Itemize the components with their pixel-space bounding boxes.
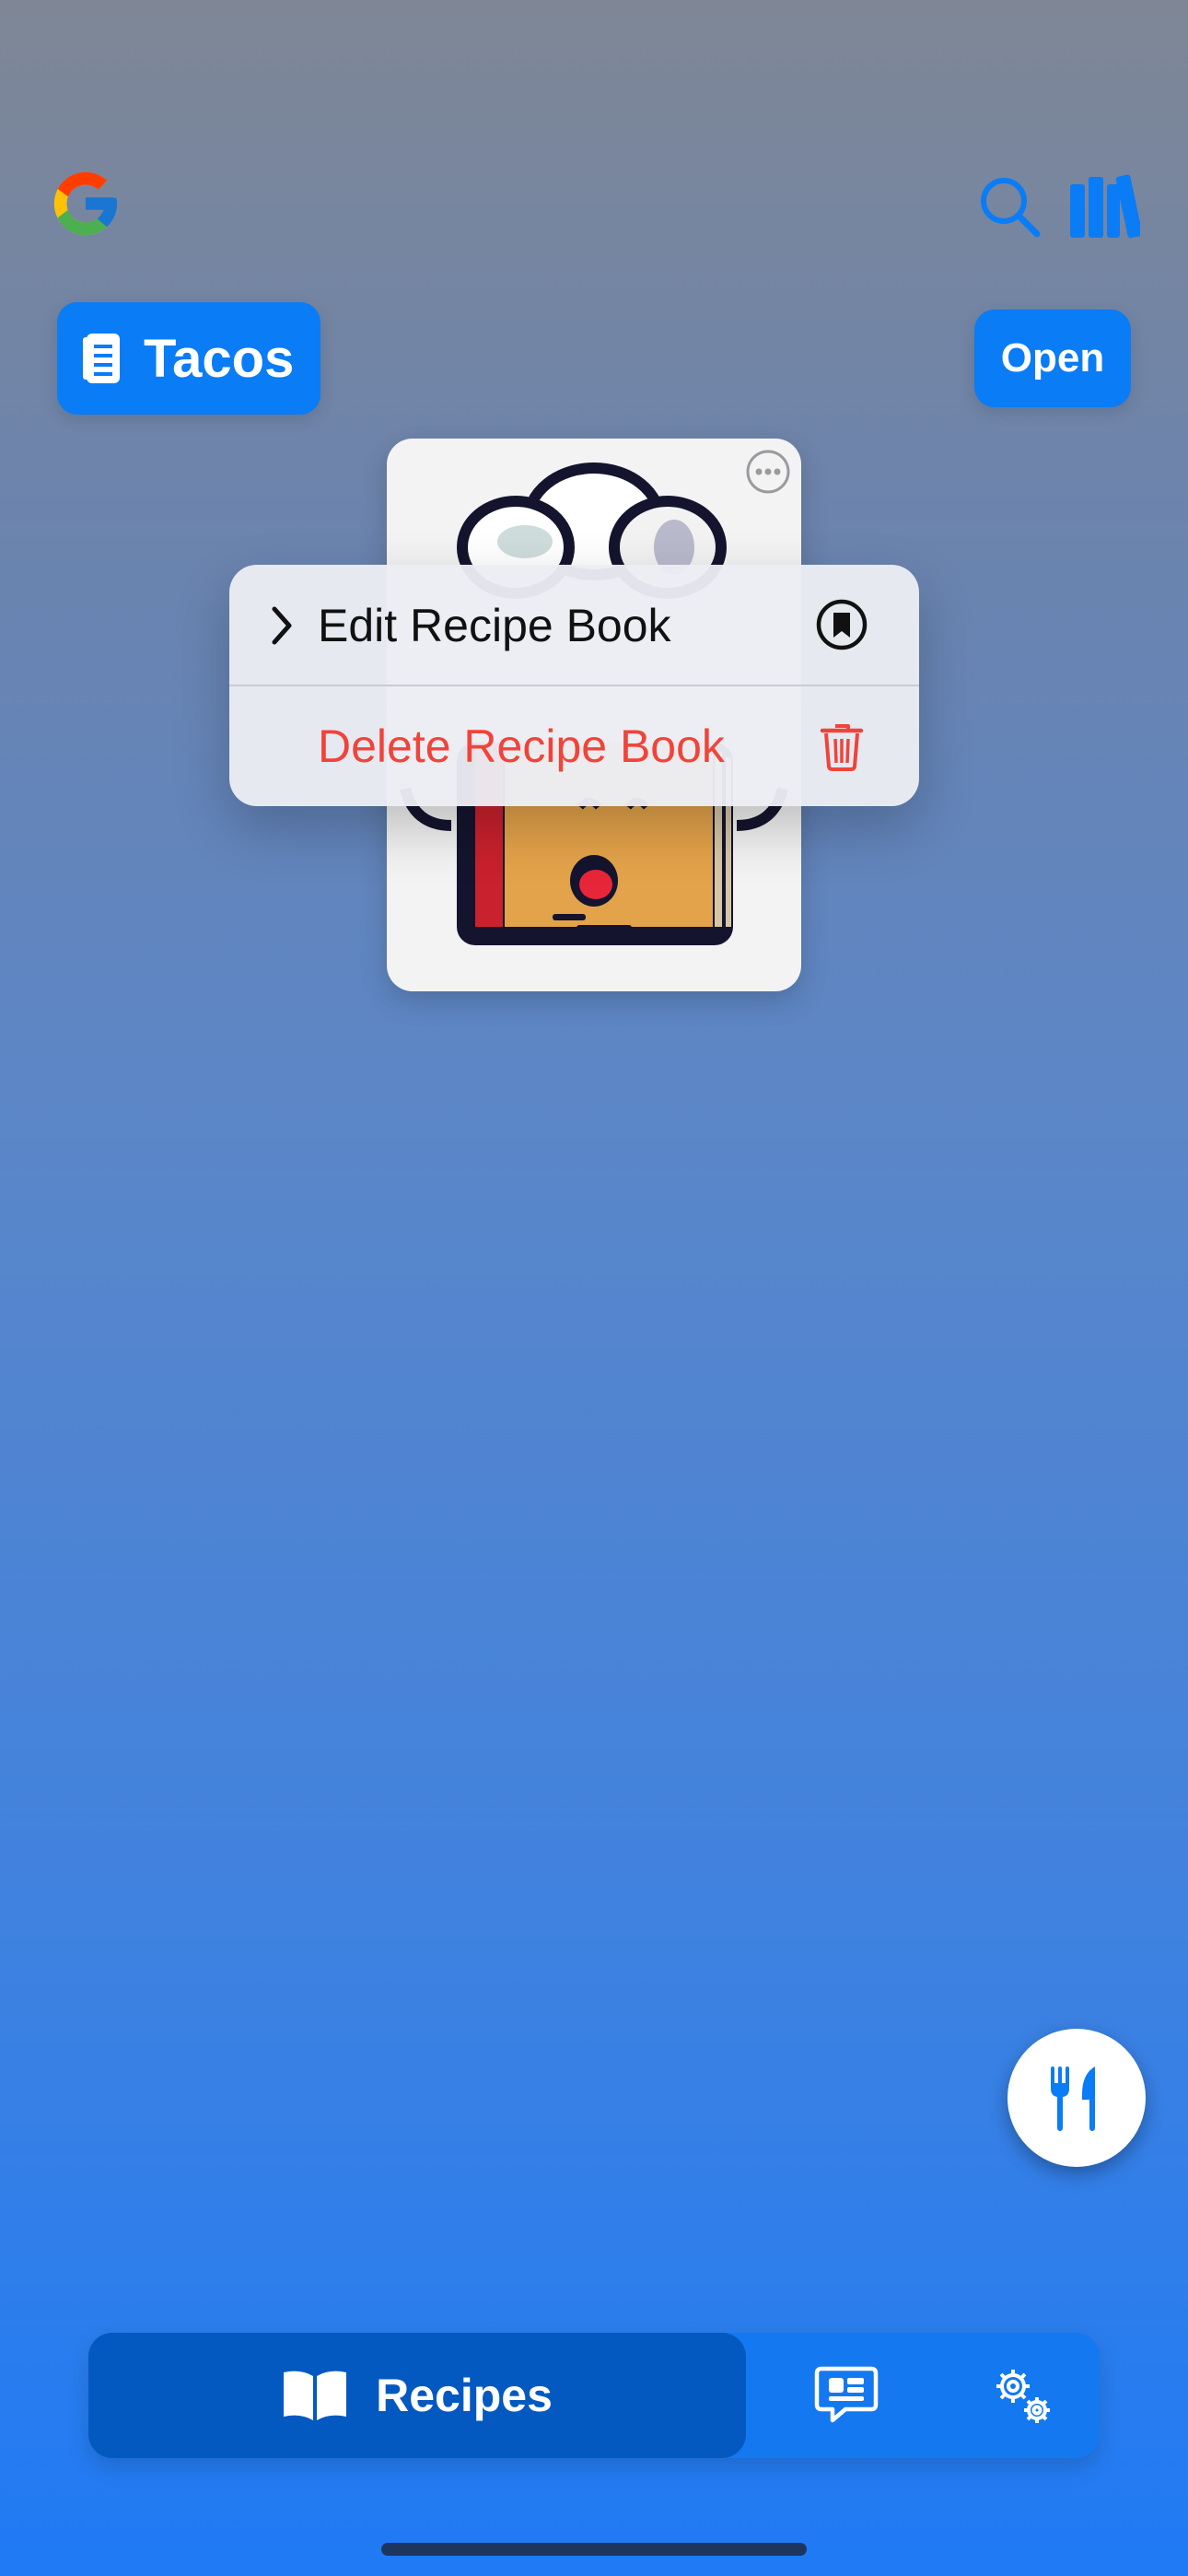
chevron-right-icon [272, 606, 292, 645]
add-recipe-fab[interactable] [1007, 2029, 1146, 2167]
trash-icon [820, 724, 864, 771]
recipe-book-title-pill[interactable]: Tacos [57, 302, 320, 415]
delete-recipe-book-menu-item[interactable]: Delete Recipe Book [229, 685, 919, 806]
home-indicator [381, 2543, 807, 2556]
menu-item-label: Edit Recipe Book [318, 599, 671, 651]
tab-recipes-label: Recipes [376, 2370, 553, 2421]
edit-recipe-book-menu-item[interactable]: Edit Recipe Book [229, 565, 919, 685]
google-g-icon [53, 171, 118, 236]
context-menu: Edit Recipe Book Delete Recipe Book [229, 565, 919, 806]
more-options-icon[interactable] [744, 448, 792, 496]
tab-recipes[interactable]: Recipes [88, 2333, 746, 2458]
open-button[interactable]: Open [974, 310, 1131, 407]
gears-icon[interactable] [989, 2362, 1055, 2429]
recipe-book-title: Tacos [144, 328, 295, 389]
document-icon [83, 334, 120, 383]
library-books-icon[interactable] [1068, 171, 1140, 240]
search-icon[interactable] [976, 173, 1042, 240]
open-book-icon [284, 2371, 347, 2420]
chat-bubble-icon[interactable] [814, 2363, 879, 2428]
bookmark-circle-icon [816, 599, 868, 650]
fork-knife-icon [1051, 2067, 1095, 2131]
menu-item-label: Delete Recipe Book [318, 720, 725, 772]
